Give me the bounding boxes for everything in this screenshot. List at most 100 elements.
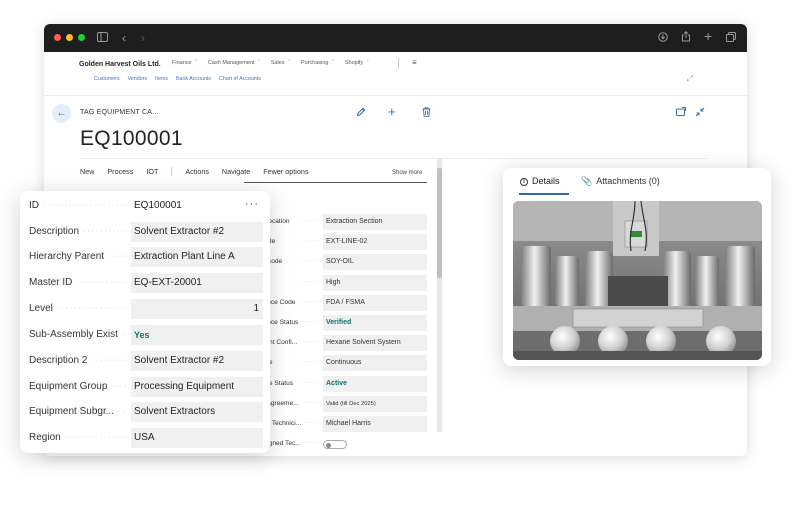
forward-nav-icon[interactable]: ›: [141, 30, 145, 46]
field-value[interactable]: FDA / FSMA: [323, 294, 427, 311]
detail-field-row: Assigned Technici... · · · · · Michael Har…: [243, 416, 428, 432]
general-field-row: Region · · · · · · · · · · · · · · · · · …: [20, 428, 270, 448]
general-field-row: Sub-Assembly Exist · · · · · · · · · · · …: [20, 325, 270, 345]
action-process[interactable]: Process: [107, 167, 133, 176]
field-value[interactable]: Yes: [131, 325, 263, 345]
back-arrow-icon[interactable]: ←: [52, 104, 71, 123]
active-tab-indicator: [519, 193, 569, 195]
field-value[interactable]: EQ100001 ···: [131, 196, 263, 216]
menu-item-sales[interactable]: Sales ˇ: [271, 60, 292, 66]
field-value-text: Solvent Extractor #2: [134, 226, 225, 237]
app-navigation-bar: Golden Harvest Oils Ltd. Finance ˇ Cash …: [44, 52, 747, 96]
detail-field-row: process code· · · · ·SOY-OIL: [243, 254, 428, 271]
ribbon-divider: [80, 158, 707, 159]
link-vendors[interactable]: Vendors: [128, 76, 147, 82]
toggle-switch[interactable]: [323, 440, 347, 450]
company-name[interactable]: Golden Harvest Oils Ltd.: [79, 61, 161, 68]
field-value-text: EQ100001: [134, 200, 182, 211]
field-label: Hierarchy Parent: [29, 251, 105, 262]
more-options-icon[interactable]: ···: [245, 198, 259, 210]
tab-details[interactable]: i Details: [520, 176, 560, 186]
add-plus-icon[interactable]: +: [388, 104, 396, 119]
detail-field-row: Compliance Status · · · · · Verified: [243, 315, 428, 331]
equipment-photo[interactable]: [513, 201, 762, 360]
close-window-button[interactable]: [54, 34, 61, 41]
menu-item-shopify[interactable]: Shopify ˇ: [345, 60, 371, 66]
tabs-overview-icon[interactable]: [726, 30, 736, 46]
general-field-row: Equipment Subgr...· · · · · · · · · · · …: [20, 402, 270, 422]
leader-dots: · · · · ·: [303, 359, 320, 366]
download-icon[interactable]: [658, 30, 668, 46]
leader-dots: · · · · · · · · · · · · · · · · · · · ·: [122, 331, 127, 338]
minimize-window-button[interactable]: [66, 34, 73, 41]
new-tab-icon[interactable]: +: [704, 28, 712, 44]
leader-dots: · · · · ·: [303, 399, 320, 406]
open-new-window-icon[interactable]: [676, 107, 686, 119]
field-value[interactable]: Valid (till Dec 2025): [323, 395, 427, 412]
field-value[interactable]: Active: [323, 375, 427, 392]
action-actions[interactable]: Actions: [185, 167, 209, 176]
quick-links: Customers Vendors Items Bank Accounts Ch…: [94, 76, 261, 82]
sidebar-icon[interactable]: [97, 30, 108, 46]
field-value[interactable]: 1: [131, 299, 263, 319]
action-navigate[interactable]: Navigate: [222, 167, 250, 176]
leader-dots: · · · · ·: [303, 420, 320, 426]
field-value[interactable]: Extraction Plant Line A: [131, 247, 263, 267]
field-value[interactable]: USA: [131, 428, 263, 448]
action-new[interactable]: New: [80, 167, 94, 176]
ribbon-separator: [171, 167, 173, 176]
field-value[interactable]: Michael Harris: [323, 416, 427, 432]
leader-dots: · · · · ·: [303, 319, 320, 325]
page-scrollbar[interactable]: [437, 158, 442, 432]
share-icon[interactable]: [681, 30, 691, 46]
field-label: Region: [29, 432, 61, 443]
expand-icon[interactable]: ⤢: [687, 74, 693, 84]
link-items[interactable]: Items: [155, 76, 168, 82]
general-field-row: ID · · · · · · · · · · · · · · · · · · · …: [20, 196, 270, 216]
leader-dots: · · · · ·: [303, 258, 320, 265]
maximize-window-button[interactable]: [78, 34, 85, 41]
edit-pencil-icon[interactable]: [356, 107, 366, 120]
breadcrumb: TAG EQUIPMENT CA...: [80, 109, 159, 116]
field-value[interactable]: Hexane Solvent System: [323, 335, 427, 352]
menu-item-cash-management[interactable]: Cash Management ˇ: [208, 60, 262, 66]
field-value[interactable]: Extraction Section: [323, 214, 427, 230]
action-fewer-options[interactable]: Fewer options: [263, 167, 308, 176]
main-menu: Finance ˇ Cash Management ˇ Sales ˇ Purc…: [172, 60, 371, 66]
leader-dots: · · · · ·: [303, 440, 320, 447]
show-more-link[interactable]: Show more: [392, 170, 422, 176]
back-nav-icon[interactable]: ‹: [122, 30, 126, 46]
menu-item-purchasing[interactable]: Purchasing ˇ: [301, 60, 336, 66]
field-value-text: Solvent Extractors: [134, 406, 216, 417]
action-iot[interactable]: IOT: [146, 167, 158, 176]
field-value[interactable]: Processing Equipment: [131, 377, 263, 397]
field-value[interactable]: EQ-EXT-20001: [131, 273, 263, 293]
field-value[interactable]: High: [323, 274, 427, 291]
field-value[interactable]: Solvent Extractors: [131, 402, 263, 422]
detail-field-row: linear code· · · · ·EXT-LINE-02: [243, 234, 428, 251]
field-value[interactable]: Verified: [323, 315, 427, 331]
tab-attachments-label: Attachments (0): [596, 176, 660, 186]
field-value[interactable]: Continuous: [323, 355, 427, 372]
link-chart-of-accounts[interactable]: Chart of Accounts: [219, 76, 261, 82]
collapse-icon[interactable]: [695, 107, 705, 120]
hamburger-menu-icon[interactable]: ≡: [412, 58, 417, 67]
leader-dots: · · · · · · · · · · · · · · · · · · · ·: [83, 228, 127, 235]
link-customers[interactable]: Customers: [94, 76, 120, 82]
field-value[interactable]: EXT-LINE-02: [323, 234, 427, 251]
field-value[interactable]: Solvent Extractor #2: [131, 351, 263, 371]
field-label: Sub-Assembly Exist: [29, 329, 118, 340]
general-fields-card: ID · · · · · · · · · · · · · · · · · · · …: [20, 191, 270, 453]
tab-attachments[interactable]: 📎 Attachments (0): [581, 176, 660, 187]
field-label: Master ID: [29, 277, 73, 288]
delete-trash-icon[interactable]: [422, 107, 431, 120]
menu-label: Cash Management: [207, 60, 255, 66]
detail-field-row: Service Agreeme... · · · · · Valid (till D…: [243, 395, 428, 412]
field-value[interactable]: SOY-OIL: [323, 254, 427, 271]
link-bank-accounts[interactable]: Bank Accounts: [176, 76, 211, 82]
field-label: Equipment Group: [29, 381, 108, 392]
menu-item-finance[interactable]: Finance ˇ: [172, 60, 199, 66]
leader-dots: · · · · ·: [303, 379, 320, 386]
scrollbar-thumb[interactable]: [437, 168, 442, 278]
field-value[interactable]: Solvent Extractor #2: [131, 222, 263, 242]
